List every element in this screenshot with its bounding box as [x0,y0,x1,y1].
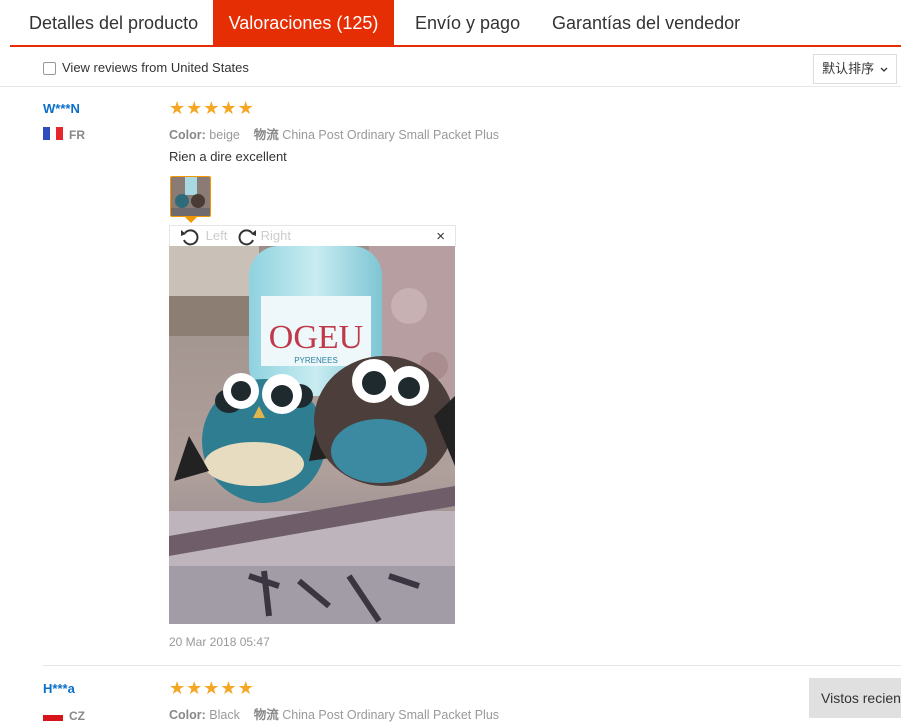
shipping-label: 物流 [253,708,279,722]
recently-viewed-button[interactable]: Vistos recien [809,678,901,718]
review-meta: Color: beige 物流 China Post Ordinary Smal… [169,124,499,143]
bottle-sub-text: PYRENEES [294,356,338,365]
flag-fr-icon [43,127,64,140]
filter-row: View reviews from United States 默认排序 [0,50,901,88]
rotate-right-icon [238,228,256,245]
star-icon: ★ [186,678,203,698]
star-icon: ★ [203,98,220,118]
divider [43,665,901,666]
tab-product-details[interactable]: Detalles del producto [29,0,198,46]
bottle-label-text: OGEU [269,319,363,356]
rotate-left-label: Left [205,228,228,243]
thumbnail-image [171,177,210,216]
rotate-right-label: Right [260,228,291,243]
tab-bar: Detalles del producto Valoraciones (125)… [0,0,901,47]
tab-shipping-payment[interactable]: Envío y pago [415,0,520,46]
reviewer-country: CZ [69,709,85,723]
photo-viewer-toolbar: Left Right × [169,225,456,247]
reviewer-country: FR [69,128,85,142]
review-date: 20 Mar 2018 05:47 [169,635,270,649]
star-icon: ★ [169,98,186,118]
star-icon: ★ [186,98,203,118]
reviewer-name: H***a [43,681,75,696]
divider [0,86,901,87]
tab-reviews[interactable]: Valoraciones (125) [213,0,394,46]
rotate-right-button[interactable]: Right [235,226,291,247]
rotate-left-icon [181,228,199,245]
thumbnail-pointer [185,217,197,223]
tab-underline [10,45,901,47]
reviewer-name: W***N [43,101,80,116]
sort-label: 默认排序 [822,61,875,76]
review-meta: Color: Black 物流 China Post Ordinary Smal… [169,704,499,723]
chevron-down-icon [880,67,888,72]
star-icon: ★ [220,678,237,698]
review-photo-thumbnail[interactable] [170,176,211,217]
star-rating: ★ ★ ★ ★ ★ [169,99,254,117]
star-icon: ★ [237,98,254,118]
star-icon: ★ [220,98,237,118]
review-photo-image: OGEU PYRENEES [169,246,455,624]
star-icon: ★ [237,678,254,698]
flag-cz-icon [43,708,63,721]
color-label: Color: [169,708,206,722]
review-photo-large: OGEU PYRENEES [169,246,455,624]
sort-dropdown[interactable]: 默认排序 [813,54,897,84]
tab-seller-guarantees[interactable]: Garantías del vendedor [552,0,740,46]
review-text: Rien a dire excellent [169,149,287,164]
star-rating: ★ ★ ★ ★ ★ [169,679,254,697]
us-reviews-checkbox[interactable] [43,62,56,75]
close-icon[interactable]: × [436,226,445,248]
color-value: beige [209,128,240,142]
color-value: Black [209,708,240,722]
shipping-value: China Post Ordinary Small Packet Plus [282,708,500,722]
color-label: Color: [169,128,206,142]
us-reviews-label[interactable]: View reviews from United States [62,60,249,75]
star-icon: ★ [203,678,220,698]
star-icon: ★ [169,678,186,698]
rotate-left-button[interactable]: Left [180,226,227,247]
shipping-value: China Post Ordinary Small Packet Plus [282,128,500,142]
shipping-label: 物流 [253,128,279,142]
